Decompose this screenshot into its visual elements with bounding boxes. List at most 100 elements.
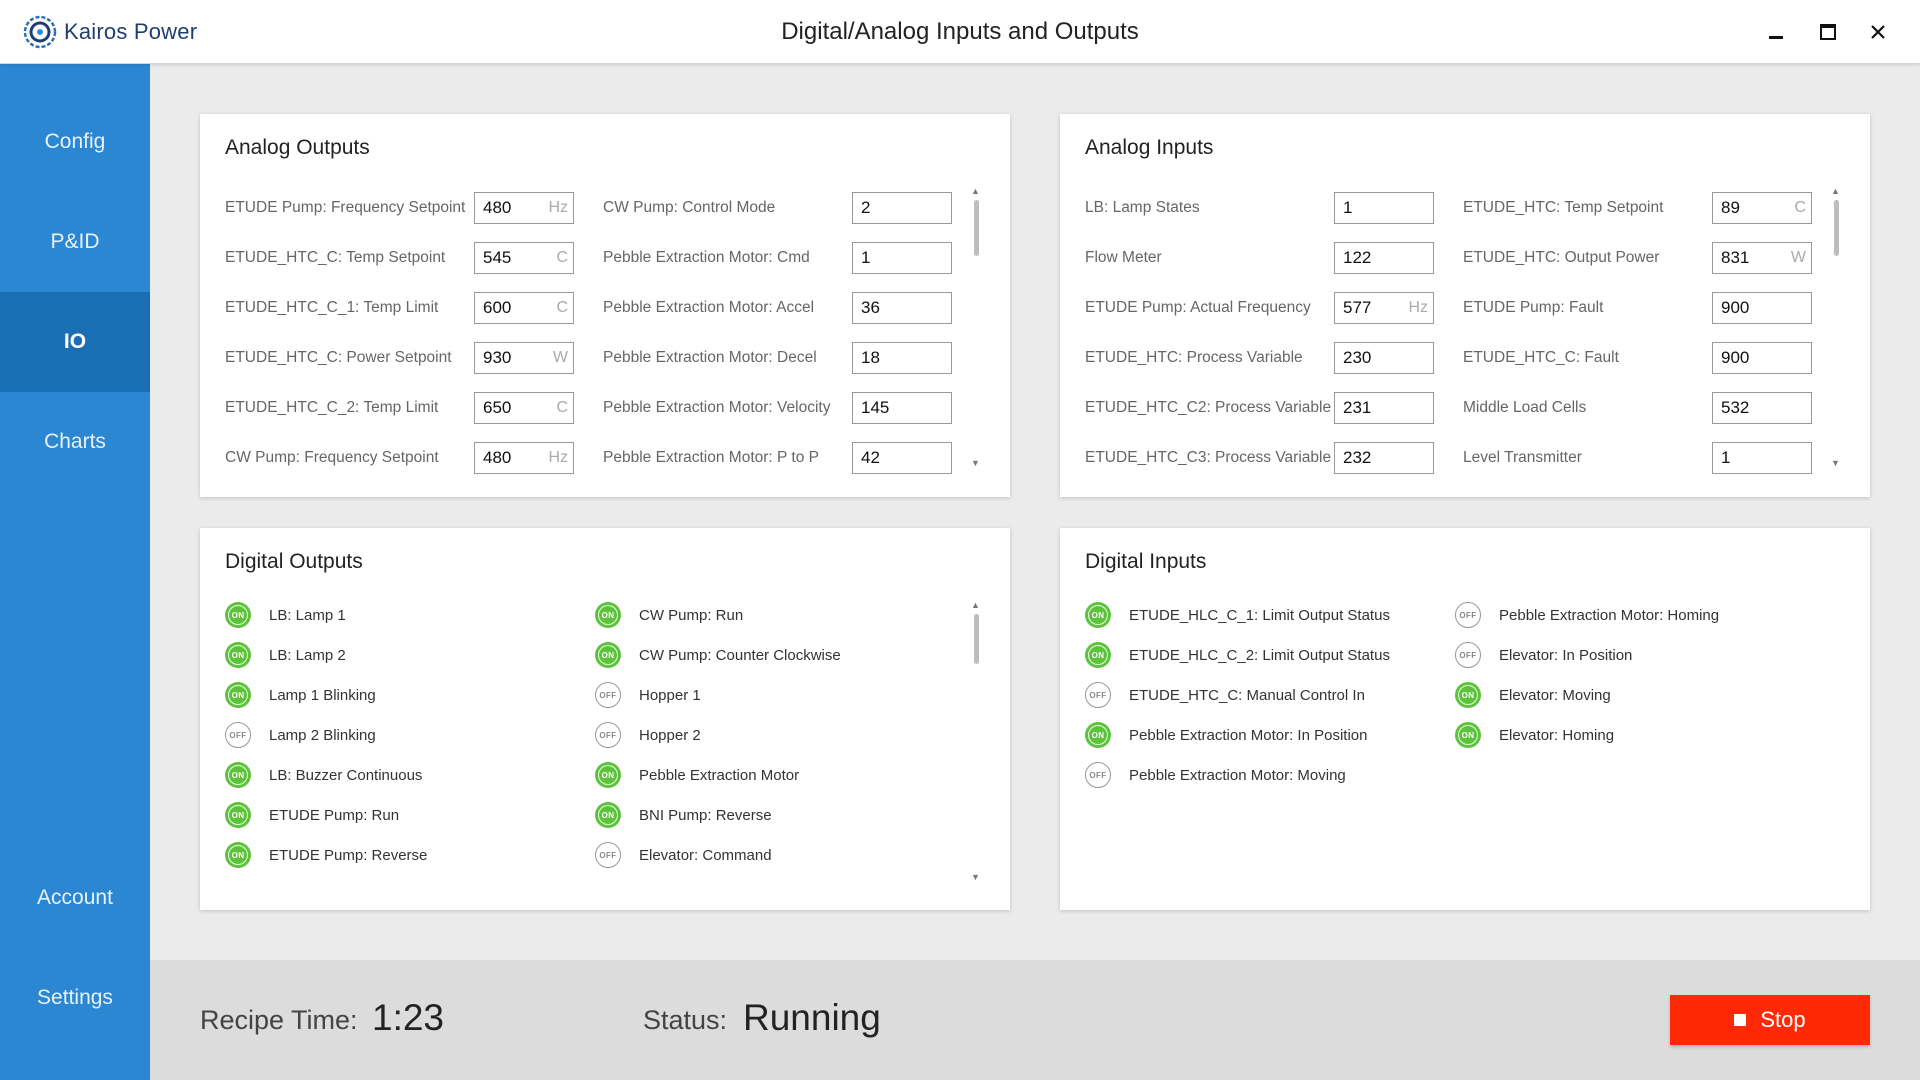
digital-io-label: Elevator: Homing [1499,726,1615,744]
io-value-field[interactable]: W [474,342,574,374]
close-button[interactable] [1862,16,1894,48]
io-value-field[interactable] [852,392,952,424]
digital-io-item[interactable]: ON CW Pump: Counter Clockwise [595,642,841,668]
digital-io-label: LB: Buzzer Continuous [269,766,423,784]
digital-io-item[interactable]: OFF ETUDE_HTC_C: Manual Control In [1085,682,1365,708]
sidebar-item-label: Account [37,886,113,909]
io-value-field[interactable] [1334,242,1434,274]
scroll-thumb[interactable] [974,200,979,256]
io-value-field[interactable] [1712,342,1812,374]
status-badge-text: ON [228,765,248,785]
minimize-icon [1769,36,1783,39]
scroll-thumb[interactable] [1834,200,1839,256]
digital-io-item[interactable]: ON Elevator: Moving [1455,682,1611,708]
digital-io-label: ETUDE Pump: Run [269,806,400,824]
digital-io-item[interactable]: OFF Elevator: Command [595,842,772,868]
io-value-field[interactable]: Hz [474,192,574,224]
scroll-down-icon[interactable]: ▼ [971,872,980,882]
io-value-field[interactable] [852,292,952,324]
status-badge-text: OFF [599,850,617,860]
digital-io-item[interactable]: ON LB: Buzzer Continuous [225,762,422,788]
io-value-input[interactable] [1713,293,1811,323]
io-value-field[interactable] [852,192,952,224]
digital-io-item[interactable]: ON CW Pump: Run [595,602,743,628]
digital-io-item[interactable]: ON Pebble Extraction Motor: In Position [1085,722,1367,748]
maximize-button[interactable] [1812,16,1844,48]
digital-io-item[interactable]: OFF Pebble Extraction Motor: Homing [1455,602,1719,628]
unit-label: Hz [1408,299,1428,316]
digital-io-item[interactable]: ON Lamp 1 Blinking [225,682,376,708]
sidebar-item-pid[interactable]: P&ID [0,192,150,292]
io-value-input[interactable] [853,393,951,423]
digital-io-item[interactable]: ON ETUDE_HLC_C_1: Limit Output Status [1085,602,1390,628]
io-value-field[interactable]: C [1712,192,1812,224]
digital-io-item[interactable]: ON ETUDE Pump: Reverse [225,842,427,868]
status-on-icon: ON [225,762,251,788]
analog-outputs-scrollbar[interactable]: ▲ ▼ [970,186,982,468]
io-value-field[interactable] [1334,342,1434,374]
minimize-button[interactable] [1760,16,1792,48]
io-value-field[interactable]: W [1712,242,1812,274]
scroll-thumb[interactable] [974,614,979,664]
io-value-field[interactable]: C [474,292,574,324]
analog-inputs-scrollbar[interactable]: ▲ ▼ [1830,186,1842,468]
scroll-down-icon[interactable]: ▼ [1831,458,1840,468]
io-value-field[interactable] [1712,442,1812,474]
io-value-input[interactable] [1335,443,1433,473]
status-off-icon: OFF [1085,682,1111,708]
io-value-field[interactable]: C [474,392,574,424]
sidebar-item-io[interactable]: IO [0,292,150,392]
digital-io-item[interactable]: ON ETUDE Pump: Run [225,802,399,828]
io-value-input[interactable] [1713,443,1811,473]
digital-io-item[interactable]: ON LB: Lamp 1 [225,602,346,628]
scroll-up-icon[interactable]: ▲ [971,186,980,196]
io-value-input[interactable] [853,293,951,323]
digital-io-item[interactable]: OFF Elevator: In Position [1455,642,1632,668]
sidebar-item-charts[interactable]: Charts [0,392,150,492]
io-value-field[interactable] [852,442,952,474]
digital-outputs-scrollbar[interactable]: ▲ ▼ [970,600,982,882]
digital-io-label: Elevator: Moving [1499,686,1611,704]
io-value-input[interactable] [1335,393,1433,423]
io-value-field[interactable]: Hz [474,442,574,474]
sidebar-item-account[interactable]: Account [0,848,150,948]
io-value-input[interactable] [1713,343,1811,373]
io-value-input[interactable] [853,443,951,473]
digital-io-item[interactable]: OFF Hopper 2 [595,722,701,748]
scroll-down-icon[interactable]: ▼ [971,458,980,468]
sidebar-item-config[interactable]: Config [0,92,150,192]
io-value-field[interactable] [852,242,952,274]
io-value-input[interactable] [853,193,951,223]
digital-io-item[interactable]: ON Elevator: Homing [1455,722,1614,748]
recipe-time-value: 1:23 [372,997,445,1038]
digital-io-item[interactable]: ON Pebble Extraction Motor [595,762,799,788]
io-value-field[interactable] [852,342,952,374]
io-value-field[interactable] [1334,442,1434,474]
scroll-up-icon[interactable]: ▲ [1831,186,1840,196]
io-value-input[interactable] [1335,343,1433,373]
io-value-input[interactable] [853,343,951,373]
digital-io-item[interactable]: OFF Lamp 2 Blinking [225,722,376,748]
scroll-up-icon[interactable]: ▲ [971,600,980,610]
digital-io-item[interactable]: ON LB: Lamp 2 [225,642,346,668]
digital-io-item[interactable]: OFF Pebble Extraction Motor: Moving [1085,762,1346,788]
io-value-field[interactable] [1712,392,1812,424]
io-value-field[interactable]: C [474,242,574,274]
io-value-input[interactable] [1335,243,1433,273]
stop-button[interactable]: Stop [1670,995,1870,1045]
digital-io-item[interactable]: ON ETUDE_HLC_C_2: Limit Output Status [1085,642,1390,668]
io-value-field[interactable]: Hz [1334,292,1434,324]
io-value-input[interactable] [1335,193,1433,223]
status-on-icon: ON [225,842,251,868]
status-badge-text: ON [228,605,248,625]
io-value-input[interactable] [853,243,951,273]
io-value-field[interactable] [1334,392,1434,424]
io-value-field[interactable] [1712,292,1812,324]
sidebar-item-settings[interactable]: Settings [0,948,150,1048]
io-value-field[interactable] [1334,192,1434,224]
digital-io-item[interactable]: ON BNI Pump: Reverse [595,802,772,828]
digital-outputs-title: Digital Outputs [225,550,363,573]
io-label: Level Transmitter [1463,449,1582,466]
io-value-input[interactable] [1713,393,1811,423]
digital-io-item[interactable]: OFF Hopper 1 [595,682,701,708]
